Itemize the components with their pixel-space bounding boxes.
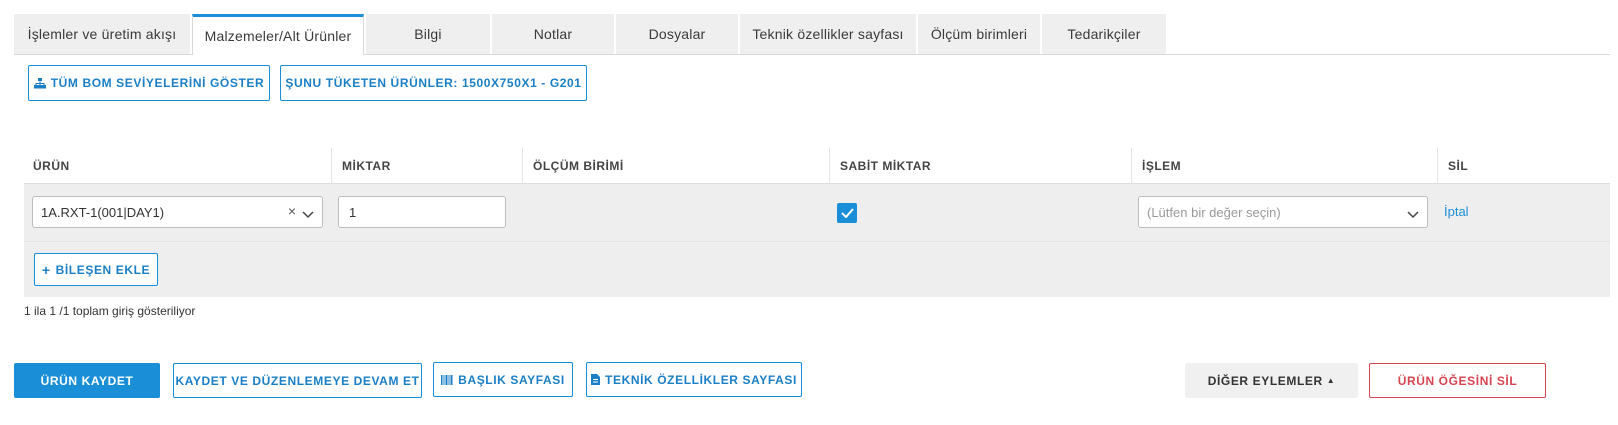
caret-up-icon: ▲: [1326, 376, 1336, 385]
product-value: 1A.RXT-1(001|DAY1): [41, 204, 165, 220]
tab-materials[interactable]: Malzemeler/Alt Ürünler: [192, 14, 364, 55]
bom-table: ÜRÜN MİKTAR ÖLÇÜM BİRİMİ SABİT MİKTAR İŞ…: [24, 148, 1610, 297]
product-select[interactable]: 1A.RXT-1(001|DAY1) ×: [32, 196, 323, 228]
add-component-button[interactable]: + BİLEŞEN EKLE: [34, 253, 158, 286]
consumers-button[interactable]: ŞUNU TÜKETEN ÜRÜNLER: 1500X750X1 - G201: [280, 65, 587, 101]
spec-page-button[interactable]: TEKNİK ÖZELLİKLER SAYFASI: [586, 362, 802, 397]
other-actions-label: DİĞER EYLEMLER: [1207, 373, 1323, 388]
save-continue-label: KAYDET VE DÜZENLEMEYE DEVAM ET: [175, 373, 420, 388]
tab-files[interactable]: Dosyalar: [616, 14, 738, 54]
tab-units[interactable]: Ölçüm birimleri: [918, 14, 1040, 54]
delete-product-item-label: ÜRÜN ÖĞESİNİ SİL: [1397, 373, 1518, 388]
tab-info[interactable]: Bilgi: [366, 14, 490, 54]
save-continue-button[interactable]: KAYDET VE DÜZENLEMEYE DEVAM ET: [173, 363, 422, 398]
save-product-label: ÜRÜN KAYDET: [40, 373, 134, 388]
plus-icon: +: [41, 261, 51, 278]
table-row: 1A.RXT-1(001|DAY1) × 1 (Lütfen bir değer…: [24, 184, 1610, 241]
add-component-row: + BİLEŞEN EKLE: [24, 241, 1610, 297]
tab-operations[interactable]: İşlemler ve üretim akışı: [14, 14, 190, 54]
tab-bar: İşlemler ve üretim akışı Malzemeler/Alt …: [14, 14, 1610, 55]
consumers-label: ŞUNU TÜKETEN ÜRÜNLER: 1500X750X1 - G201: [285, 76, 582, 90]
show-bom-levels-button[interactable]: TÜM BOM SEVİYELERİNİ GÖSTER: [28, 65, 270, 101]
other-actions-button[interactable]: DİĞER EYLEMLER ▲: [1185, 363, 1358, 398]
operation-placeholder: (Lütfen bir değer seçin): [1147, 204, 1281, 220]
quantity-input[interactable]: 1: [338, 196, 506, 228]
chevron-down-icon[interactable]: [302, 207, 314, 222]
column-header-unit: ÖLÇÜM BİRİMİ: [522, 148, 829, 184]
column-header-quantity: MİKTAR: [331, 148, 522, 184]
document-icon: [591, 374, 601, 385]
column-header-product: ÜRÜN: [33, 159, 70, 173]
add-component-label: BİLEŞEN EKLE: [55, 262, 151, 277]
tab-suppliers[interactable]: Tedarikçiler: [1042, 14, 1166, 54]
operation-select[interactable]: (Lütfen bir değer seçin): [1138, 196, 1428, 228]
hierarchy-icon: [33, 77, 46, 89]
header-page-label: BAŞLIK SAYFASI: [458, 372, 565, 387]
table-header: ÜRÜN MİKTAR ÖLÇÜM BİRİMİ SABİT MİKTAR İŞ…: [24, 148, 1610, 184]
chevron-down-icon[interactable]: [1407, 207, 1419, 222]
save-product-button[interactable]: ÜRÜN KAYDET: [14, 363, 160, 398]
spec-page-label: TEKNİK ÖZELLİKLER SAYFASI: [605, 372, 797, 387]
tab-notes[interactable]: Notlar: [492, 14, 614, 54]
show-bom-levels-label: TÜM BOM SEVİYELERİNİ GÖSTER: [50, 76, 265, 90]
column-header-operation: İŞLEM: [1131, 148, 1437, 184]
barcode-icon: [441, 374, 453, 385]
pagination-info: 1 ila 1 /1 toplam giriş gösteriliyor: [24, 304, 196, 318]
column-header-fixed-quantity: SABİT MİKTAR: [829, 148, 1131, 184]
tab-spec-sheet[interactable]: Teknik özellikler sayfası: [740, 14, 916, 54]
fixed-quantity-checkbox[interactable]: [837, 203, 857, 223]
cancel-link[interactable]: İptal: [1444, 204, 1469, 219]
clear-icon[interactable]: ×: [288, 203, 296, 219]
checkmark-icon: [840, 208, 854, 218]
quantity-value: 1: [349, 204, 357, 220]
header-page-button[interactable]: BAŞLIK SAYFASI: [433, 362, 573, 397]
delete-product-item-button[interactable]: ÜRÜN ÖĞESİNİ SİL: [1369, 363, 1546, 398]
column-header-delete: SİL: [1437, 148, 1610, 184]
